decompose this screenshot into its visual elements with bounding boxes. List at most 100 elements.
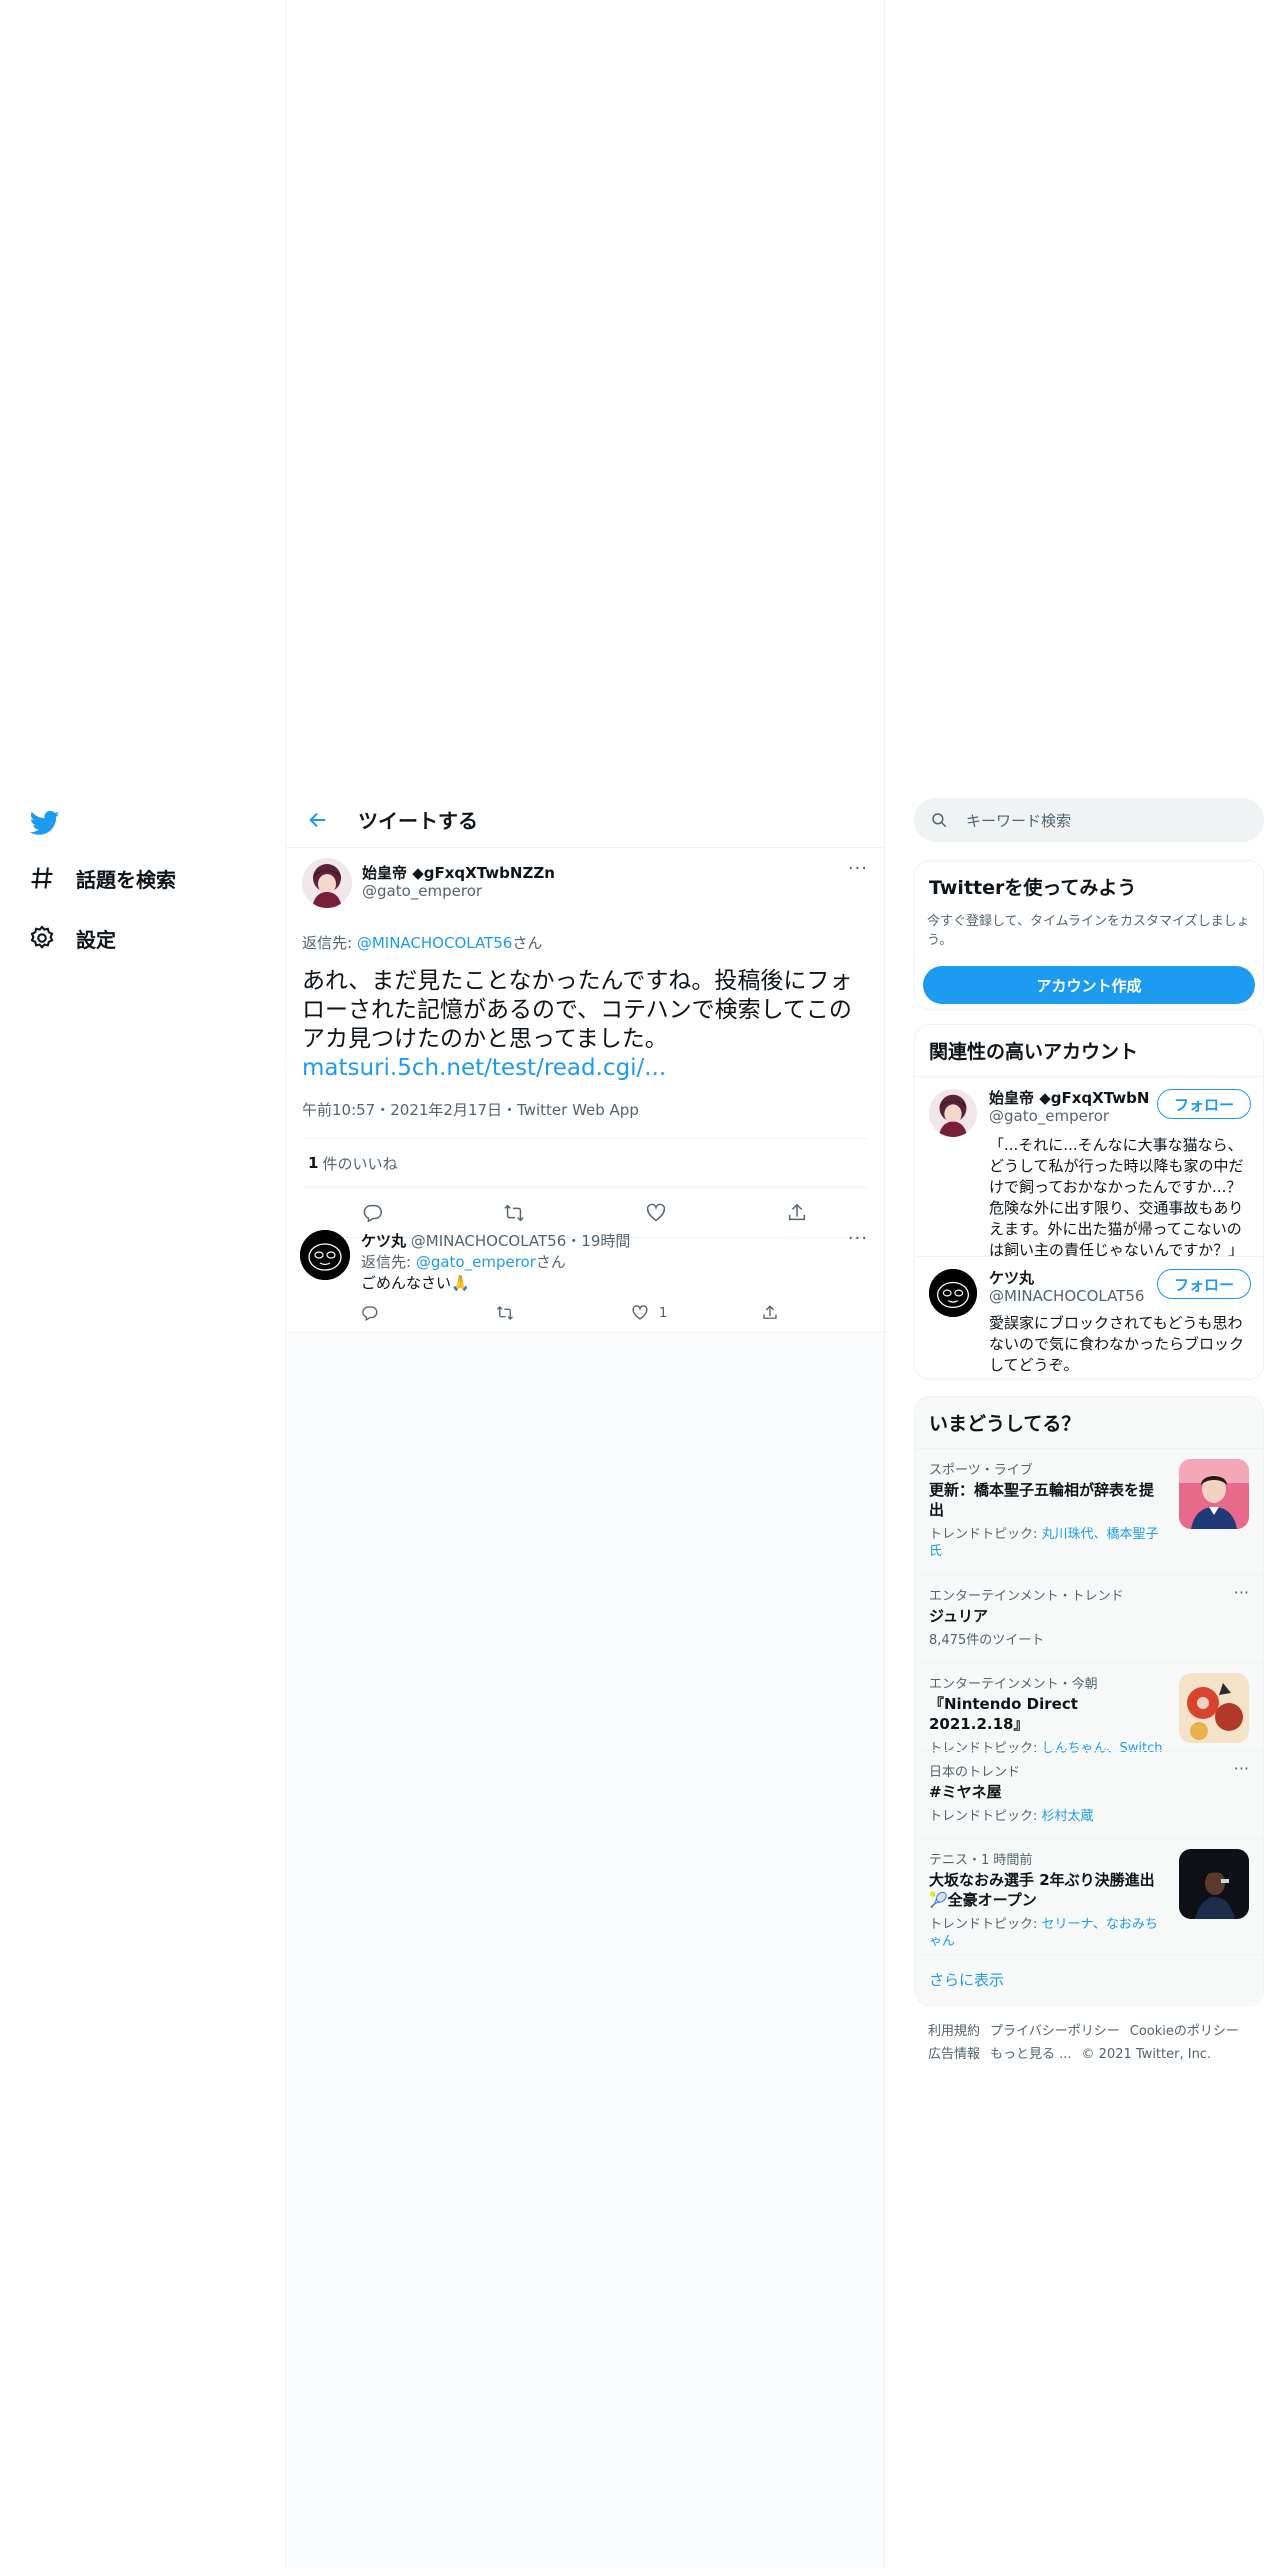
search-input[interactable]: キーワード検索 bbox=[914, 798, 1264, 842]
trend-category: テニス・1 時間前 bbox=[929, 1853, 1033, 1868]
tweet-text: ごめんなさい🙏 bbox=[361, 1274, 470, 1292]
trends-card: いまどうしてる？ スポーツ・ライブ 更新：橋本聖子五輪相が辞表を提出 トレンドト… bbox=[914, 1396, 1264, 2006]
account-name[interactable]: 始皇帝 ◆gFxqXTwbNZZn bbox=[989, 1087, 1149, 1108]
avatar[interactable] bbox=[929, 1089, 977, 1137]
footer-link-privacy[interactable]: プライバシーポリシー bbox=[990, 2024, 1120, 2039]
page-title: ツイートする bbox=[358, 809, 478, 833]
footer-link-ads[interactable]: 広告情報 bbox=[928, 2047, 980, 2062]
author-name[interactable]: ケツ丸 bbox=[361, 1232, 406, 1250]
more-options-icon[interactable]: ··· bbox=[848, 1228, 868, 1249]
tweet-text: あれ、まだ見たことなかったんですね。投稿後にフォローされた記憶があるので、コテハ… bbox=[302, 968, 853, 1052]
account-bio: 「...それに...そんなに大事な猫なら、どうして私が行った時以降も家の中だけで… bbox=[989, 1136, 1244, 1259]
likes-stat[interactable]: 1 件のいいね bbox=[302, 1138, 868, 1188]
search-icon bbox=[932, 813, 947, 828]
trend-category: 日本のトレンド bbox=[929, 1765, 1021, 1780]
more-options-icon[interactable]: ··· bbox=[848, 858, 868, 879]
footer-link-cookies[interactable]: Cookieのポリシー bbox=[1130, 2024, 1239, 2039]
tweet-meta[interactable]: 午前10:57・2021年2月17日・Twitter Web App bbox=[302, 1099, 868, 1120]
twitter-page: 話題を検索 設定 ツイートする 始皇帝 ◆gFxqXTwbNZZn @gato_… bbox=[0, 0, 1284, 2568]
related-accounts-card: 関連性の高いアカウント 始皇帝 ◆gFxqXTwbNZZn @gato_empe… bbox=[914, 1024, 1264, 1380]
tweet-time[interactable]: ・19時間 bbox=[566, 1232, 630, 1250]
follow-button[interactable]: フォロー bbox=[1157, 1269, 1251, 1299]
main-tweet: 始皇帝 ◆gFxqXTwbNZZn @gato_emperor ··· 返信先:… bbox=[286, 848, 884, 1238]
reply-prefix: 返信先: bbox=[361, 1253, 416, 1271]
trend-title: 『Nintendo Direct 2021.2.18』 bbox=[929, 1695, 1078, 1733]
trend-topics-links[interactable]: 杉村太蔵 bbox=[1042, 1809, 1094, 1824]
reply-suffix: さん bbox=[512, 934, 543, 952]
likes-count: 1 bbox=[308, 1154, 319, 1172]
create-account-button[interactable]: アカウント作成 bbox=[923, 966, 1255, 1004]
reply-to-link[interactable]: @MINACHOCOLAT56 bbox=[357, 934, 512, 952]
reply-to-line: 返信先: @MINACHOCOLAT56さん bbox=[302, 932, 868, 953]
share-icon bbox=[763, 1305, 777, 1319]
twitter-logo-icon[interactable] bbox=[28, 808, 62, 838]
hashtag-icon bbox=[31, 867, 53, 889]
trend-item[interactable]: エンターテインメント・トレンド ジュリア 8,475件のツイート ··· bbox=[915, 1574, 1263, 1662]
author-handle[interactable]: @gato_emperor bbox=[362, 882, 482, 900]
trend-category: エンターテインメント・トレンド bbox=[929, 1589, 1124, 1604]
author-name[interactable]: 始皇帝 ◆gFxqXTwbNZZn bbox=[362, 862, 555, 883]
back-button[interactable] bbox=[298, 800, 338, 840]
retweet-icon bbox=[497, 1306, 513, 1320]
nav-item-settings[interactable]: 設定 bbox=[28, 918, 116, 958]
trend-item[interactable]: テニス・1 時間前 大坂なおみ選手 2年ぶり決勝進出🎾全豪オープン トレンドトピ… bbox=[915, 1838, 1263, 1954]
reply-action[interactable] bbox=[361, 1304, 389, 1322]
trend-title: ジュリア bbox=[929, 1607, 988, 1625]
account-item[interactable]: 始皇帝 ◆gFxqXTwbNZZn @gato_emperor フォロー 「..… bbox=[915, 1076, 1263, 1259]
account-handle[interactable]: @gato_emperor bbox=[989, 1107, 1109, 1125]
more-options-icon[interactable]: ··· bbox=[1234, 1759, 1249, 1778]
retweet-action[interactable] bbox=[496, 1304, 524, 1322]
footer-link-terms[interactable]: 利用規約 bbox=[928, 2024, 980, 2039]
reply-suffix: さん bbox=[535, 1253, 566, 1271]
trend-category: スポーツ・ライブ bbox=[929, 1463, 1033, 1478]
trend-topics-prefix: トレンドトピック: bbox=[929, 1527, 1042, 1542]
more-options-icon[interactable]: ··· bbox=[1234, 1583, 1249, 1602]
trend-category: エンターテインメント・今朝 bbox=[929, 1677, 1098, 1692]
trend-image bbox=[1179, 1673, 1249, 1743]
trend-item[interactable]: エンターテインメント・今朝 『Nintendo Direct 2021.2.18… bbox=[915, 1662, 1263, 1756]
timeline-background bbox=[286, 1335, 884, 2568]
show-more-link[interactable]: さらに表示 bbox=[915, 1954, 1263, 2004]
tweet-link[interactable]: matsuri.5ch.net/test/read.cgi/... bbox=[302, 1054, 868, 1083]
search-placeholder: キーワード検索 bbox=[966, 811, 1072, 830]
trend-title: 更新：橋本聖子五輪相が辞表を提出 bbox=[929, 1481, 1155, 1519]
like-action[interactable]: 1 bbox=[631, 1304, 667, 1322]
avatar[interactable] bbox=[929, 1269, 977, 1317]
signup-description: 今すぐ登録して、タイムラインをカスタマイズしましょう。 bbox=[927, 914, 1250, 948]
trend-item[interactable]: スポーツ・ライブ 更新：橋本聖子五輪相が辞表を提出 トレンドトピック: 丸川珠代… bbox=[915, 1448, 1263, 1574]
author-handle[interactable]: @MINACHOCOLAT56 bbox=[411, 1232, 566, 1250]
page-header: ツイートする bbox=[286, 792, 884, 848]
signup-title: Twitterを使ってみよう bbox=[929, 877, 1137, 899]
arrow-left-icon bbox=[309, 812, 326, 827]
like-count: 1 bbox=[659, 1305, 668, 1321]
footer-link-more[interactable]: もっと見る ... bbox=[990, 2047, 1072, 2062]
trend-topics: トレンドトピック: セリーナ、なおみちゃん bbox=[929, 1916, 1163, 1950]
avatar[interactable] bbox=[302, 858, 352, 908]
share-action[interactable] bbox=[761, 1304, 789, 1322]
reply-to-link[interactable]: @gato_emperor bbox=[416, 1253, 536, 1271]
account-item[interactable]: ケツ丸 @MINACHOCOLAT56 フォロー 愛誤家にブロックされてもどうも… bbox=[915, 1256, 1263, 1379]
gear-icon bbox=[30, 925, 54, 949]
like-icon bbox=[632, 1305, 648, 1320]
trend-topics-prefix: トレンドトピック: bbox=[929, 1809, 1042, 1824]
follow-button[interactable]: フォロー bbox=[1157, 1089, 1251, 1119]
reply-header: ケツ丸 @MINACHOCOLAT56・19時間 bbox=[361, 1230, 630, 1251]
trend-image bbox=[1179, 1849, 1249, 1919]
trend-topics-prefix: トレンドトピック: bbox=[929, 1917, 1042, 1932]
trends-title: いまどうしてる？ bbox=[929, 1413, 1081, 1435]
account-bio: 愛誤家にブロックされてもどうも思わないので気に食わなかったらブロックしてどうぞ。 bbox=[989, 1314, 1245, 1374]
reply-tweet[interactable]: ケツ丸 @MINACHOCOLAT56・19時間 ··· 返信先: @gato_… bbox=[286, 1218, 884, 1333]
account-handle[interactable]: @MINACHOCOLAT56 bbox=[989, 1287, 1144, 1305]
reply-prefix: 返信先: bbox=[302, 934, 357, 952]
account-name[interactable]: ケツ丸 bbox=[989, 1267, 1149, 1288]
trend-topics: トレンドトピック: 丸川珠代、橋本聖子氏 bbox=[929, 1526, 1163, 1560]
reply-icon bbox=[362, 1306, 378, 1321]
nav-item-label: 設定 bbox=[76, 927, 116, 952]
nav-item-label: 話題を検索 bbox=[76, 867, 176, 892]
likes-label: 件のいいね bbox=[322, 1154, 398, 1173]
trend-title: #ミヤネ屋 bbox=[929, 1783, 1002, 1801]
trend-item[interactable]: 日本のトレンド #ミヤネ屋 トレンドトピック: 杉村太蔵 ··· bbox=[915, 1750, 1263, 1838]
footer: 利用規約 プライバシーポリシー Cookieのポリシー 広告情報 もっと見る ... ©… bbox=[914, 2020, 1264, 2066]
avatar[interactable] bbox=[300, 1230, 350, 1280]
nav-item-explore[interactable]: 話題を検索 bbox=[28, 858, 176, 898]
